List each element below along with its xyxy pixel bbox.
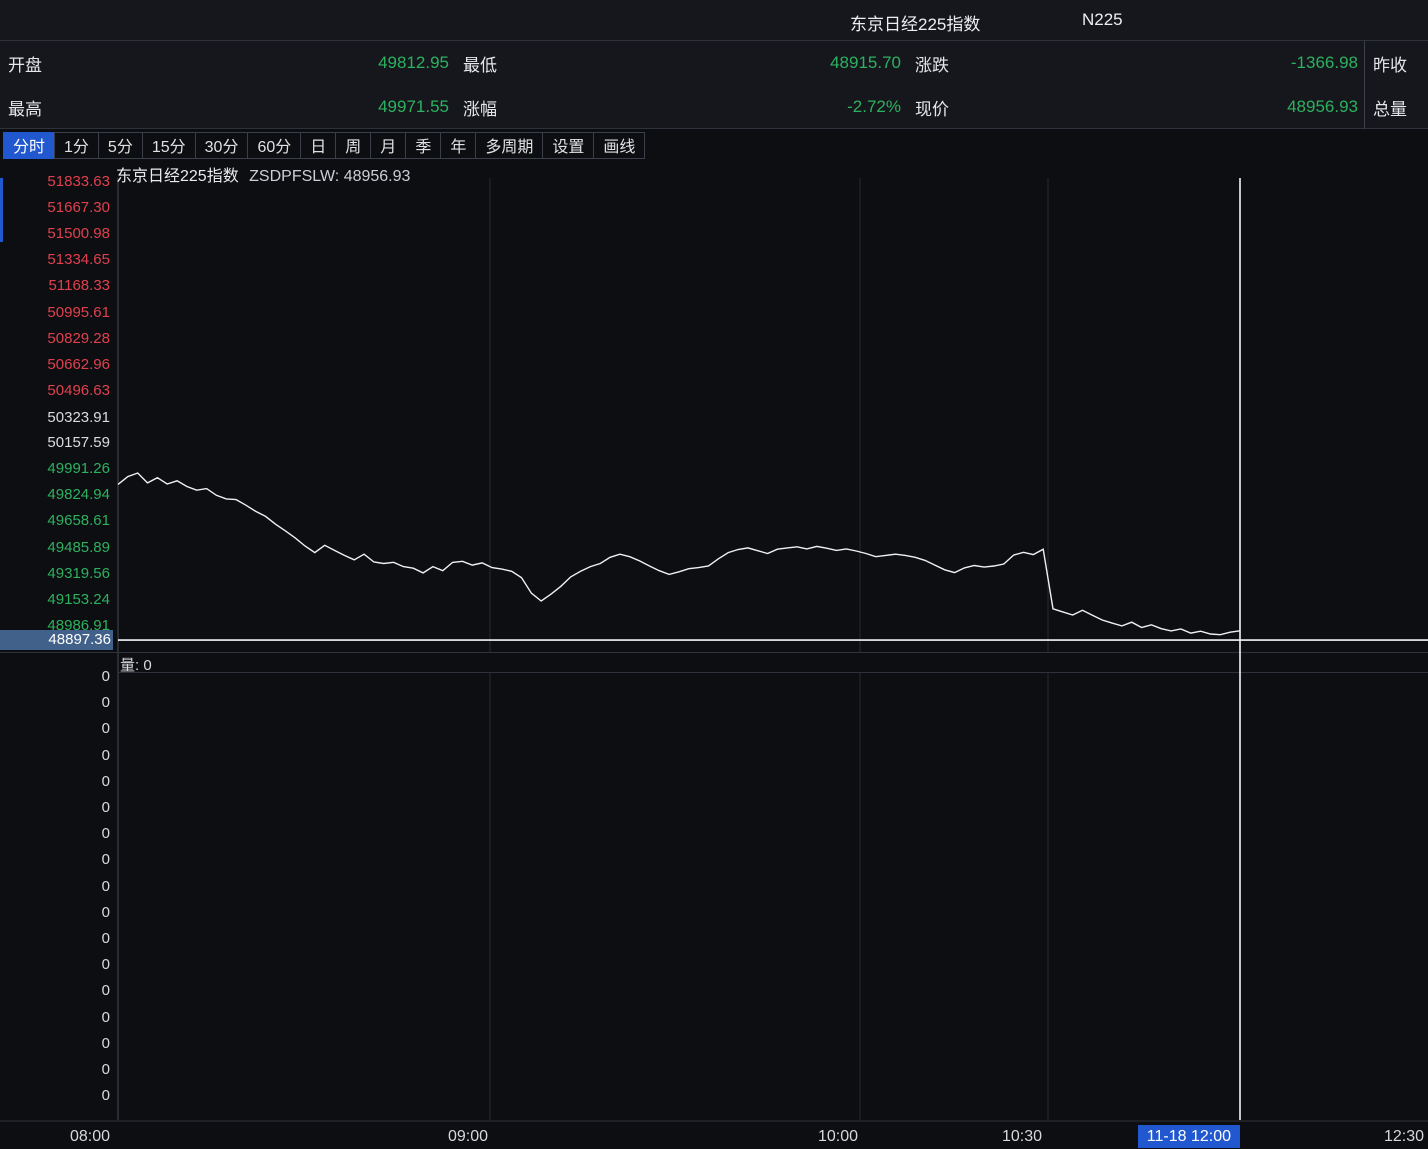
chart-title: 东京日经225指数 ZSDPFSLW: 48956.93 bbox=[116, 162, 410, 186]
volume-axis-tick: 0 bbox=[0, 798, 110, 818]
quote-low-value: 48915.70 bbox=[830, 53, 901, 73]
y-axis-tick: 50323.91 bbox=[0, 408, 110, 428]
volume-axis-tick: 0 bbox=[0, 1086, 110, 1106]
volume-axis-tick: 0 bbox=[0, 877, 110, 897]
quote-change-pct-label: 涨幅 bbox=[463, 95, 497, 120]
x-axis-tick: 10:00 bbox=[818, 1125, 858, 1148]
tab-quarter[interactable]: 季 bbox=[405, 132, 441, 159]
tab-1min[interactable]: 1分 bbox=[54, 132, 99, 159]
tab-draw-line[interactable]: 画线 bbox=[593, 132, 645, 159]
tab-year[interactable]: 年 bbox=[440, 132, 476, 159]
volume-axis-tick: 0 bbox=[0, 981, 110, 1001]
crosshair-time-label: 11-18 12:00 bbox=[1138, 1125, 1240, 1148]
y-axis-tick: 51334.65 bbox=[0, 250, 110, 270]
x-axis-tick: 09:00 bbox=[448, 1125, 488, 1148]
volume-axis-tick: 0 bbox=[0, 1034, 110, 1054]
quote-open-value: 49812.95 bbox=[378, 53, 449, 73]
instrument-name: 东京日经225指数 bbox=[850, 10, 980, 35]
y-axis-tick: 51168.33 bbox=[0, 276, 110, 296]
volume-axis-tick: 0 bbox=[0, 903, 110, 923]
tab-week[interactable]: 周 bbox=[335, 132, 371, 159]
scrollbar-thumb[interactable] bbox=[0, 178, 3, 242]
volume-axis-tick: 0 bbox=[0, 955, 110, 975]
volume-label: 量: 0 bbox=[120, 654, 152, 675]
quote-change-label: 涨跌 bbox=[915, 51, 949, 76]
y-axis-tick: 49153.24 bbox=[0, 590, 110, 610]
volume-axis-tick: 0 bbox=[0, 850, 110, 870]
y-axis-tick: 50829.28 bbox=[0, 329, 110, 349]
quote-open-label: 开盘 bbox=[8, 51, 42, 76]
crosshair-price-label: 48897.36 bbox=[0, 630, 113, 650]
quote-last: 现价 48956.93 bbox=[907, 85, 1365, 129]
quote-open: 开盘 49812.95 bbox=[0, 41, 455, 85]
volume-axis-tick: 0 bbox=[0, 772, 110, 792]
y-axis-tick: 49991.26 bbox=[0, 459, 110, 479]
tab-60min[interactable]: 60分 bbox=[247, 132, 301, 159]
y-axis-tick: 49658.61 bbox=[0, 511, 110, 531]
price-line bbox=[118, 473, 1240, 635]
y-axis-tick: 51833.63 bbox=[0, 172, 110, 192]
volume-axis-tick: 0 bbox=[0, 746, 110, 766]
tab-day[interactable]: 日 bbox=[300, 132, 336, 159]
volume-axis-tick: 0 bbox=[0, 929, 110, 949]
x-axis-tick: 08:00 bbox=[70, 1125, 110, 1148]
y-axis-tick: 50157.59 bbox=[0, 433, 110, 453]
volume-axis-tick: 0 bbox=[0, 824, 110, 844]
y-axis-tick: 50496.63 bbox=[0, 381, 110, 401]
x-axis-tick: 12:30 bbox=[1384, 1125, 1424, 1148]
volume-axis-tick: 0 bbox=[0, 693, 110, 713]
tab-month[interactable]: 月 bbox=[370, 132, 406, 159]
y-axis-tick: 49485.89 bbox=[0, 538, 110, 558]
quote-high: 最高 49971.55 bbox=[0, 85, 455, 129]
quote-change-pct-value: -2.72% bbox=[847, 97, 901, 117]
volume-axis-tick: 0 bbox=[0, 1008, 110, 1028]
period-tabs: 分时1分5分15分30分60分日周月季年多周期设置画线 bbox=[0, 130, 645, 160]
y-axis-tick: 51500.98 bbox=[0, 224, 110, 244]
tab-5min[interactable]: 5分 bbox=[98, 132, 143, 159]
quote-info-bar: 开盘 49812.95 最低 48915.70 涨跌 -1366.98 昨收 最… bbox=[0, 41, 1428, 129]
chart-title-quote: ZSDPFSLW: 48956.93 bbox=[249, 168, 410, 185]
chart-canvas bbox=[0, 0, 1428, 1149]
quote-total-volume-label: 总量 bbox=[1373, 95, 1407, 120]
quote-high-value: 49971.55 bbox=[378, 97, 449, 117]
quote-change-value: -1366.98 bbox=[1291, 53, 1358, 73]
volume-axis-tick: 0 bbox=[0, 719, 110, 739]
quote-total-volume: 总量 bbox=[1365, 85, 1428, 129]
chart-region[interactable]: 东京日经225指数 ZSDPFSLW: 48956.93 51833.63 516… bbox=[0, 0, 1428, 1149]
y-axis-tick: 50995.61 bbox=[0, 303, 110, 323]
tab-intraday[interactable]: 分时 bbox=[3, 132, 55, 159]
volume-axis-tick: 0 bbox=[0, 1060, 110, 1080]
quote-high-label: 最高 bbox=[8, 95, 42, 120]
quote-low-label: 最低 bbox=[463, 51, 497, 76]
instrument-code: N225 bbox=[1082, 10, 1123, 30]
y-axis-tick: 49824.94 bbox=[0, 485, 110, 505]
tab-30min[interactable]: 30分 bbox=[195, 132, 249, 159]
y-axis-tick: 50662.96 bbox=[0, 355, 110, 375]
quote-prev-close-label: 昨收 bbox=[1373, 51, 1407, 76]
quote-change-pct: 涨幅 -2.72% bbox=[455, 85, 907, 129]
y-axis-tick: 49319.56 bbox=[0, 564, 110, 584]
x-axis-tick: 10:30 bbox=[1002, 1125, 1042, 1148]
quote-change: 涨跌 -1366.98 bbox=[907, 41, 1365, 85]
quote-prev-close: 昨收 bbox=[1365, 41, 1428, 85]
stock-chart-app: 东京日经225指数 N225 开盘 49812.95 最低 48915.70 涨… bbox=[0, 0, 1428, 1149]
tab-multi-period[interactable]: 多周期 bbox=[475, 132, 543, 159]
y-axis-tick: 51667.30 bbox=[0, 198, 110, 218]
titlebar: 东京日经225指数 N225 bbox=[0, 0, 1428, 41]
quote-last-label: 现价 bbox=[915, 95, 949, 120]
chart-title-name: 东京日经225指数 bbox=[116, 168, 239, 185]
y-axis-tick: 48986.91 bbox=[0, 616, 110, 636]
tab-15min[interactable]: 15分 bbox=[142, 132, 196, 159]
quote-low: 最低 48915.70 bbox=[455, 41, 907, 85]
tab-settings[interactable]: 设置 bbox=[542, 132, 594, 159]
volume-axis-tick: 0 bbox=[0, 667, 110, 687]
quote-last-value: 48956.93 bbox=[1287, 97, 1358, 117]
